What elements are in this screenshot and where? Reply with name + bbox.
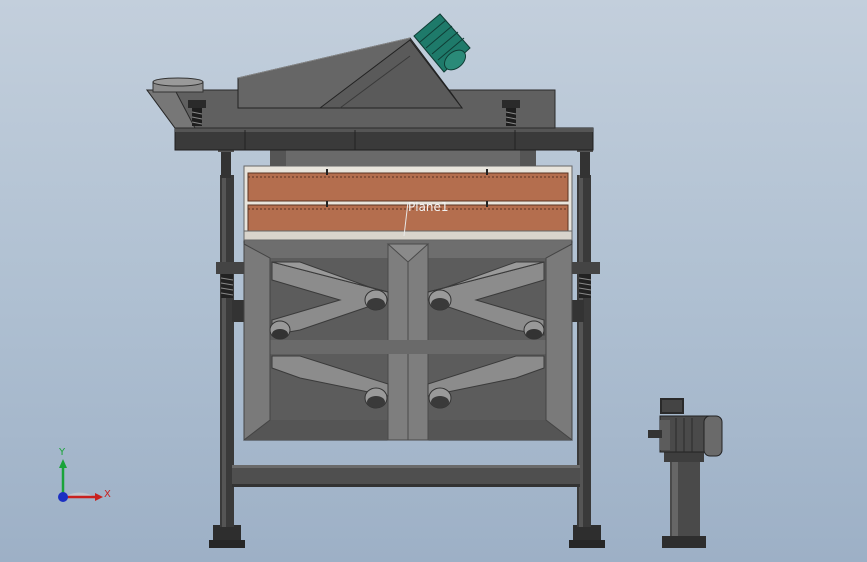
right-bracket: [570, 262, 600, 274]
left-leg: [220, 175, 234, 527]
z-axis-dot: [58, 492, 68, 502]
axis-triad[interactable]: X Y: [58, 447, 111, 502]
lower-cross-beam: [232, 465, 580, 487]
plane-label: Plane1: [408, 200, 449, 214]
cad-viewport[interactable]: Plane1 X Y: [0, 0, 867, 562]
machine-model[interactable]: Plane1 X Y: [0, 0, 867, 562]
drive-motor: [648, 398, 723, 457]
y-axis-label: Y: [58, 447, 66, 458]
top-main-beam: [174, 127, 594, 151]
left-bracket: [216, 262, 246, 274]
screen-deck: Plane1: [243, 165, 573, 241]
right-foot: [569, 525, 605, 548]
center-mount: [285, 148, 520, 166]
lower-right-spring: [578, 274, 592, 298]
left-foot: [209, 525, 245, 548]
x-axis-label: X: [104, 489, 111, 500]
upper-right-post: [577, 148, 593, 178]
upper-left-post: [218, 148, 234, 178]
lower-left-spring: [220, 274, 234, 298]
drive-motor-stand: [662, 448, 706, 548]
